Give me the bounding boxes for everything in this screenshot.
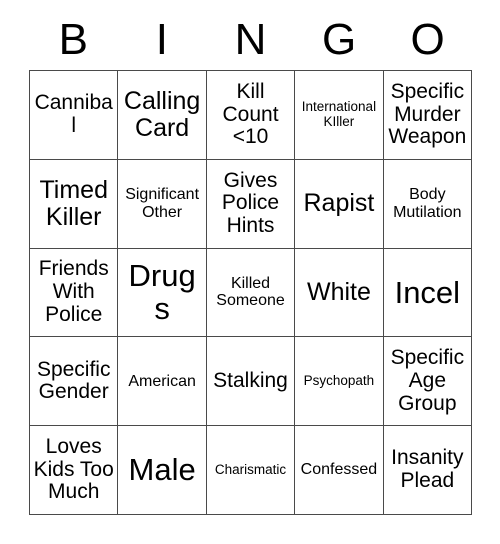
bingo-cell-label: Kill Count <10 xyxy=(222,79,279,149)
bingo-row: Loves Kids Too Much Male Charismatic Con… xyxy=(30,426,473,515)
bingo-row: Friends With Police Drugs Killed Someone… xyxy=(30,248,473,338)
bingo-cell[interactable]: Significant Other xyxy=(118,159,207,249)
bingo-cell[interactable]: Specific Age Group xyxy=(383,337,473,427)
bingo-row: Specific Gender American Stalking Psycho… xyxy=(30,337,473,427)
bingo-cell[interactable]: Kill Count <10 xyxy=(206,71,296,160)
bingo-cell[interactable]: Male xyxy=(118,426,207,515)
bingo-cell-label: Friends With Police xyxy=(38,257,109,326)
bingo-cell-label: Specific Murder Weapon xyxy=(388,79,467,149)
bingo-header-letter-b: B xyxy=(58,15,88,64)
bingo-cell[interactable]: Specific Murder Weapon xyxy=(383,71,473,160)
bingo-header-row: B I N G O xyxy=(29,10,472,70)
bingo-cell-label: Loves Kids Too Much xyxy=(33,435,114,504)
bingo-row: Cannibal Calling Card Kill Count <10 Int… xyxy=(30,71,473,160)
bingo-cell[interactable]: White xyxy=(295,248,384,338)
bingo-cell[interactable]: Timed Killer xyxy=(30,159,119,249)
bingo-cell[interactable]: Confessed xyxy=(295,426,384,515)
bingo-cell-label: Confessed xyxy=(300,461,378,479)
bingo-header-letter-i: I xyxy=(155,15,168,64)
bingo-cell-label: Insanity Plead xyxy=(391,446,464,493)
bingo-cell[interactable]: Cannibal xyxy=(30,71,119,160)
bingo-cell[interactable]: American xyxy=(118,337,207,427)
bingo-cell[interactable]: Drugs xyxy=(118,248,207,338)
bingo-cell[interactable]: Gives Police Hints xyxy=(206,159,296,249)
bingo-cell-label: Male xyxy=(128,452,196,488)
bingo-cell-label: Drugs xyxy=(128,258,196,327)
bingo-cell-label: White xyxy=(306,277,371,306)
bingo-cell-label: Killed Someone xyxy=(216,275,285,310)
bingo-cell-label: Psychopath xyxy=(303,373,375,388)
bingo-cell-label: Incel xyxy=(394,274,461,310)
bingo-cell-label: Gives Police Hints xyxy=(221,168,280,238)
bingo-cell[interactable]: Rapist xyxy=(295,159,384,249)
bingo-cell-label: Rapist xyxy=(303,189,375,218)
bingo-cell-label: Charismatic xyxy=(214,461,287,477)
bingo-cell[interactable]: International KIller xyxy=(295,71,384,160)
bingo-cell[interactable]: Friends With Police xyxy=(30,248,119,338)
bingo-cell-label: Calling Card xyxy=(123,86,201,142)
bingo-cell[interactable]: Stalking xyxy=(206,337,296,427)
bingo-grid: Cannibal Calling Card Kill Count <10 Int… xyxy=(29,70,473,515)
bingo-cell[interactable]: Charismatic xyxy=(206,426,296,515)
bingo-header-letter-g: G xyxy=(321,15,357,64)
bingo-cell-label: Specific Gender xyxy=(36,357,111,404)
bingo-cell[interactable]: Incel xyxy=(383,248,473,338)
bingo-cell-label: Body Mutilation xyxy=(393,186,462,221)
bingo-header-letter-n: N xyxy=(234,15,267,64)
bingo-cell[interactable]: Body Mutilation xyxy=(383,159,473,249)
bingo-cell[interactable]: Killed Someone xyxy=(206,248,296,338)
bingo-cell-label: International KIller xyxy=(301,99,377,129)
bingo-cell-label: Specific Age Group xyxy=(390,346,465,415)
bingo-row: Timed Killer Significant Other Gives Pol… xyxy=(30,159,473,249)
bingo-cell[interactable]: Psychopath xyxy=(295,337,384,427)
bingo-cell[interactable]: Insanity Plead xyxy=(383,426,473,515)
bingo-cell[interactable]: Loves Kids Too Much xyxy=(30,426,119,515)
bingo-card: B I N G O Cannibal Calling Card Kill Cou… xyxy=(29,10,473,515)
bingo-cell-label: Stalking xyxy=(213,368,288,392)
bingo-cell[interactable]: Specific Gender xyxy=(30,337,119,427)
bingo-cell-label: Significant Other xyxy=(125,186,200,221)
bingo-cell-label: Cannibal xyxy=(34,91,113,137)
bingo-header-letter-o: O xyxy=(410,15,445,64)
bingo-cell-label: American xyxy=(128,372,196,390)
bingo-cell-label: Timed Killer xyxy=(39,175,108,231)
bingo-cell[interactable]: Calling Card xyxy=(118,71,207,160)
